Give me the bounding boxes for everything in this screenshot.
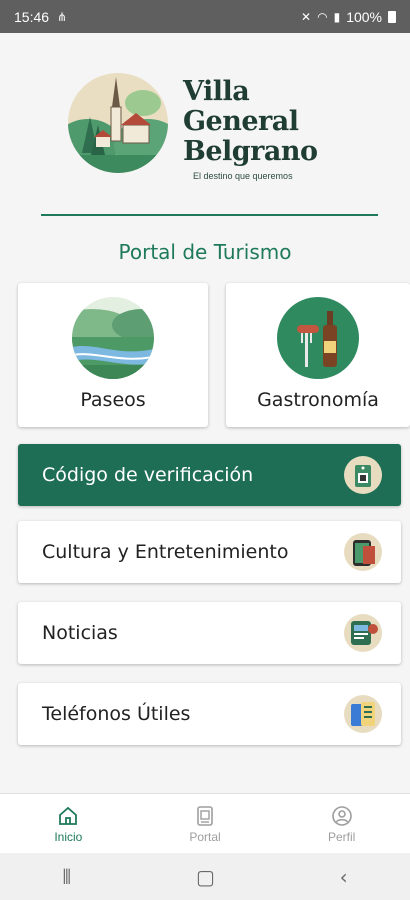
mute-icon: ✕ [301,9,312,24]
back-icon[interactable]: ‹ [340,865,348,889]
nav-perfil[interactable]: Perfil [273,794,410,853]
row-label: Cultura y Entretenimiento [42,541,289,563]
nav-label: Inicio [54,829,83,844]
system-navigation-bar: ⦀ ▢ ‹ [0,853,410,900]
culture-entertainment-button[interactable]: Cultura y Entretenimiento [18,521,401,583]
nav-label: Portal [189,829,221,844]
verification-tag-icon [344,456,382,494]
food-icon [277,297,359,379]
app-screen: Villa General Belgrano El destino que qu… [0,33,410,793]
home-button-icon[interactable]: ▢ [196,865,215,889]
row-label: Código de verificación [42,464,254,486]
brand-tagline: El destino que queremos [193,171,293,181]
useful-phones-button[interactable]: Teléfonos Útiles [18,683,401,745]
battery-icon [388,10,396,23]
nav-inicio[interactable]: Inicio [0,794,137,853]
home-icon [59,806,78,825]
profile-icon [331,805,352,826]
status-time: 15:46 [14,8,50,25]
culture-phone-icon [344,533,382,571]
portal-icon [197,805,213,826]
paseos-tile[interactable]: Paseos [18,283,208,427]
wifi-icon: ◠ [317,9,328,24]
page-title: Portal de Turismo [118,240,292,264]
nav-label: Perfil [328,829,356,844]
landscape-icon [72,297,154,379]
nav-portal[interactable]: Portal [137,794,274,853]
brand-logo: Villa General Belgrano El destino que qu… [68,73,368,181]
signal-icon: ▮ [333,9,341,24]
row-label: Teléfonos Útiles [42,703,191,725]
verification-code-button[interactable]: Código de verificación [18,444,401,506]
village-logo-icon [68,73,168,173]
status-bar: 15:46 ⋔ ✕ ◠ ▮ 100% [0,0,410,33]
phone-directory-icon [344,695,382,733]
tile-label: Paseos [80,389,146,411]
recent-apps-icon[interactable]: ⦀ [62,865,71,889]
news-icon [344,614,382,652]
battery-percent: 100% [346,8,382,25]
divider [41,214,378,216]
gastronomia-tile[interactable]: Gastronomía [226,283,410,427]
bottom-navigation: Inicio Portal Perfil [0,793,410,853]
brand-line1: Villa General [183,76,299,137]
brand-name: Villa General Belgrano El destino que qu… [183,76,368,182]
brand-line2: Belgrano [183,136,318,167]
row-label: Noticias [42,622,118,644]
notification-icon: ⋔ [57,9,68,24]
tile-label: Gastronomía [257,389,379,411]
news-button[interactable]: Noticias [18,602,401,664]
